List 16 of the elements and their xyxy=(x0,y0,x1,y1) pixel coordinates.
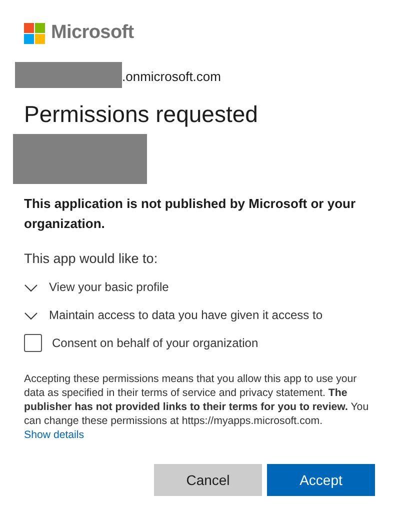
intro-text: This app would like to: xyxy=(24,250,159,268)
consent-notice: Accepting these permissions means that you allow this app to use your data as specified in their terms of service and privacy statement. The publisher has not provided links to their terms for you to review. You can change these permissions at https://myapps.microsoft.com. Show details xyxy=(24,372,370,442)
cancel-button[interactable]: Cancel xyxy=(154,464,262,496)
show-details-link[interactable]: Show details xyxy=(24,429,84,441)
checkbox-label[interactable]: Consent on behalf of your organization xyxy=(52,336,258,350)
account-domain: .onmicrosoft.com xyxy=(122,69,221,86)
chevron-icon[interactable] xyxy=(24,284,38,292)
permission-item[interactable]: View your basic profile xyxy=(49,280,169,294)
warning-text: This application is not published by Microsoft or your organization. xyxy=(24,195,357,233)
logo-icon xyxy=(24,22,45,44)
chevron-icon[interactable] xyxy=(24,312,38,320)
checkbox[interactable] xyxy=(24,334,42,352)
permission-item[interactable]: Maintain access to data you have given it access to xyxy=(49,308,322,322)
accept-button[interactable]: Accept xyxy=(267,464,375,496)
brand-name: Microsoft xyxy=(51,22,134,44)
page-title: Permissions requested xyxy=(24,100,259,128)
